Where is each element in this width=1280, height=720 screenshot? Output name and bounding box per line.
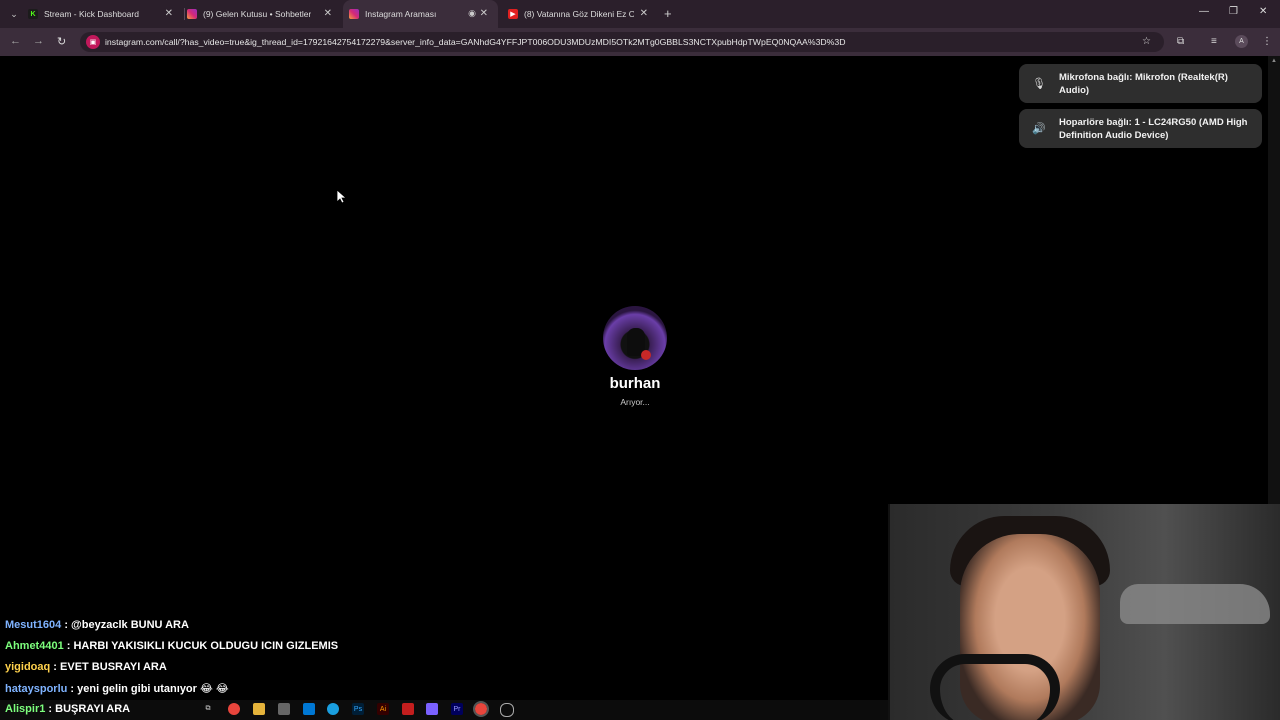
tab-kick-dashboard[interactable]: K Stream - Kick Dashboard ✕ <box>28 0 183 28</box>
tab-instagram-inbox[interactable]: (9) Gelen Kutusu • Sohbetler ✕ <box>187 0 342 28</box>
app-icon[interactable] <box>426 703 438 715</box>
recording-icon: ◉ <box>468 8 476 18</box>
close-tab-icon[interactable]: ✕ <box>640 8 648 19</box>
edge-icon[interactable] <box>327 703 339 715</box>
mouse-cursor <box>336 189 348 209</box>
app-icon[interactable] <box>402 703 414 715</box>
close-tab-icon[interactable]: ✕ <box>165 8 173 19</box>
profile-avatar[interactable]: A <box>1235 35 1248 48</box>
forward-icon[interactable]: → <box>33 35 44 47</box>
call-status: Arıyor... <box>620 397 650 407</box>
close-window-icon[interactable]: ✕ <box>1259 6 1267 17</box>
speaker-icon: 🔊 <box>1032 123 1046 135</box>
new-tab-button[interactable]: + <box>664 6 672 21</box>
menu-icon[interactable]: ⋮ <box>1262 36 1272 47</box>
minimize-icon[interactable]: — <box>1199 6 1209 17</box>
kick-icon: K <box>28 9 38 19</box>
chat-message: hataysporlu : yeni gelin gibi utanıyor 😂… <box>5 683 229 695</box>
obs-icon[interactable] <box>500 703 514 717</box>
caller-name: burhan <box>609 375 661 392</box>
premiere-icon[interactable]: Pr <box>451 703 463 715</box>
store-icon[interactable] <box>278 703 290 715</box>
instagram-icon <box>349 9 359 19</box>
task-view-icon[interactable]: ⧉ <box>202 703 214 715</box>
photoshop-icon[interactable]: Ps <box>352 703 364 715</box>
chat-message: Alispir1 : BUŞRAYI ARA <box>5 703 131 715</box>
caller-avatar <box>603 306 667 370</box>
taskbar <box>0 700 888 720</box>
speaker-notification: 🔊 Hoparlöre bağlı: 1 - LC24RG50 (AMD Hig… <box>1019 109 1262 148</box>
reload-icon[interactable]: ↻ <box>57 35 66 48</box>
close-tab-icon[interactable]: ✕ <box>324 8 332 19</box>
url-text[interactable]: instagram.com/call/?has_video=true&ig_th… <box>105 37 846 47</box>
tab-youtube[interactable]: ▶ (8) Vatanına Göz Dikeni Ez Oğlu ✕ <box>503 0 658 28</box>
tab-strip: ⌄ K Stream - Kick Dashboard ✕ (9) Gelen … <box>0 0 1280 28</box>
restore-icon[interactable]: ❐ <box>1229 6 1238 17</box>
camera-icon[interactable]: ▣ <box>86 35 100 49</box>
microphone-icon: 🎙 <box>1032 78 1046 90</box>
tab-instagram-call[interactable]: Instagram Araması ◉ ✕ <box>343 0 498 28</box>
back-icon[interactable]: ← <box>10 35 21 47</box>
illustrator-icon[interactable]: Ai <box>377 703 389 715</box>
chat-message: yigidoaq : EVET BUSRAYI ARA <box>5 661 167 673</box>
instagram-icon <box>187 9 197 19</box>
youtube-icon: ▶ <box>508 9 518 19</box>
bookmark-star-icon[interactable]: ☆ <box>1142 36 1151 47</box>
tab-divider <box>184 8 185 20</box>
media-controls-icon[interactable]: ≡ <box>1211 36 1217 47</box>
file-explorer-icon[interactable] <box>253 703 265 715</box>
close-tab-icon[interactable]: ✕ <box>480 8 488 19</box>
chat-message: Ahmet4401 : HARBI YAKISIKLI KUCUK OLDUGU… <box>5 640 339 652</box>
webcam-feed <box>888 504 1280 720</box>
outlook-icon[interactable] <box>303 703 315 715</box>
tab-search-button[interactable]: ⌄ <box>5 5 23 23</box>
chrome-icon[interactable] <box>228 703 240 715</box>
chrome-active-icon[interactable] <box>473 701 489 717</box>
extensions-icon[interactable]: ⧉ <box>1177 36 1184 47</box>
microphone-notification: 🎙 Mikrofona bağlı: Mikrofon (Realtek(R) … <box>1019 64 1262 103</box>
chat-message: Mesut1604 : @beyzaclk BUNU ARA <box>5 619 189 631</box>
